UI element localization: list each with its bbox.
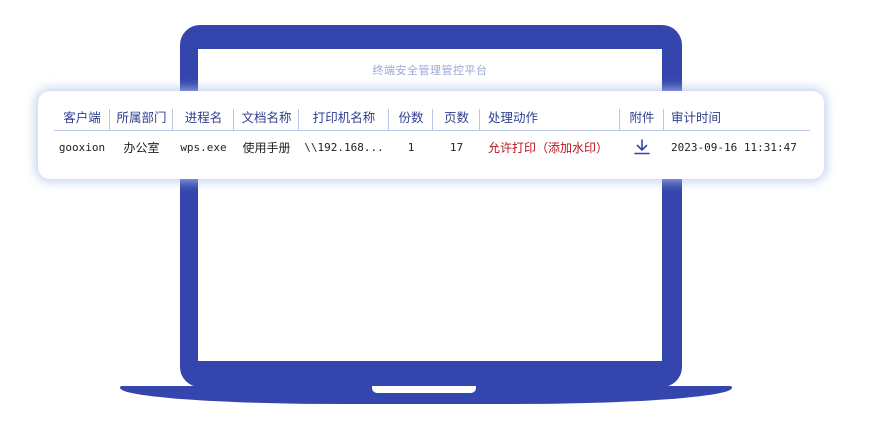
table-row: gooxion 办公室 wps.exe 使用手册 \\192.168... 1 …: [54, 131, 810, 163]
laptop-lid: 终端安全管理管控平台: [180, 25, 682, 387]
header-department: 所属部门: [110, 103, 173, 130]
cell-printer: \\192.168...: [304, 140, 384, 154]
download-icon[interactable]: [633, 138, 651, 156]
cell-pages: 17: [449, 140, 464, 154]
laptop-notch: [372, 386, 476, 393]
cell-process: wps.exe: [180, 140, 227, 154]
cell-action: 允许打印（添加水印）: [488, 140, 609, 155]
header-action: 处理动作: [480, 103, 620, 130]
screen-title: 终端安全管理管控平台: [372, 64, 488, 77]
header-document: 文档名称: [234, 103, 299, 130]
header-client: 客户端: [54, 103, 110, 130]
header-copies: 份数: [389, 103, 433, 130]
cell-client: gooxion: [58, 140, 106, 154]
laptop-base: [120, 386, 732, 404]
stage: 终端安全管理管控平台 客户端 所属部门 进程名 文档名称 打印机名称 份数 页数…: [0, 0, 878, 437]
table-header-row: 客户端 所属部门 进程名 文档名称 打印机名称 份数 页数 处理动作 附件 审计…: [54, 103, 810, 131]
audit-table-card: 客户端 所属部门 进程名 文档名称 打印机名称 份数 页数 处理动作 附件 审计…: [38, 91, 824, 179]
header-audit-time: 审计时间: [671, 110, 722, 125]
cell-department: 办公室: [123, 140, 160, 155]
cell-attachment: [620, 131, 664, 163]
cell-audit-time: 2023-09-16 11:31:47: [671, 140, 797, 154]
header-process: 进程名: [173, 103, 234, 130]
header-pages: 页数: [433, 103, 480, 130]
cell-copies: 1: [407, 140, 415, 154]
cell-document: 使用手册: [242, 140, 291, 155]
audit-table: 客户端 所属部门 进程名 文档名称 打印机名称 份数 页数 处理动作 附件 审计…: [54, 103, 810, 163]
header-printer: 打印机名称: [299, 103, 389, 130]
header-attachment: 附件: [620, 103, 664, 130]
